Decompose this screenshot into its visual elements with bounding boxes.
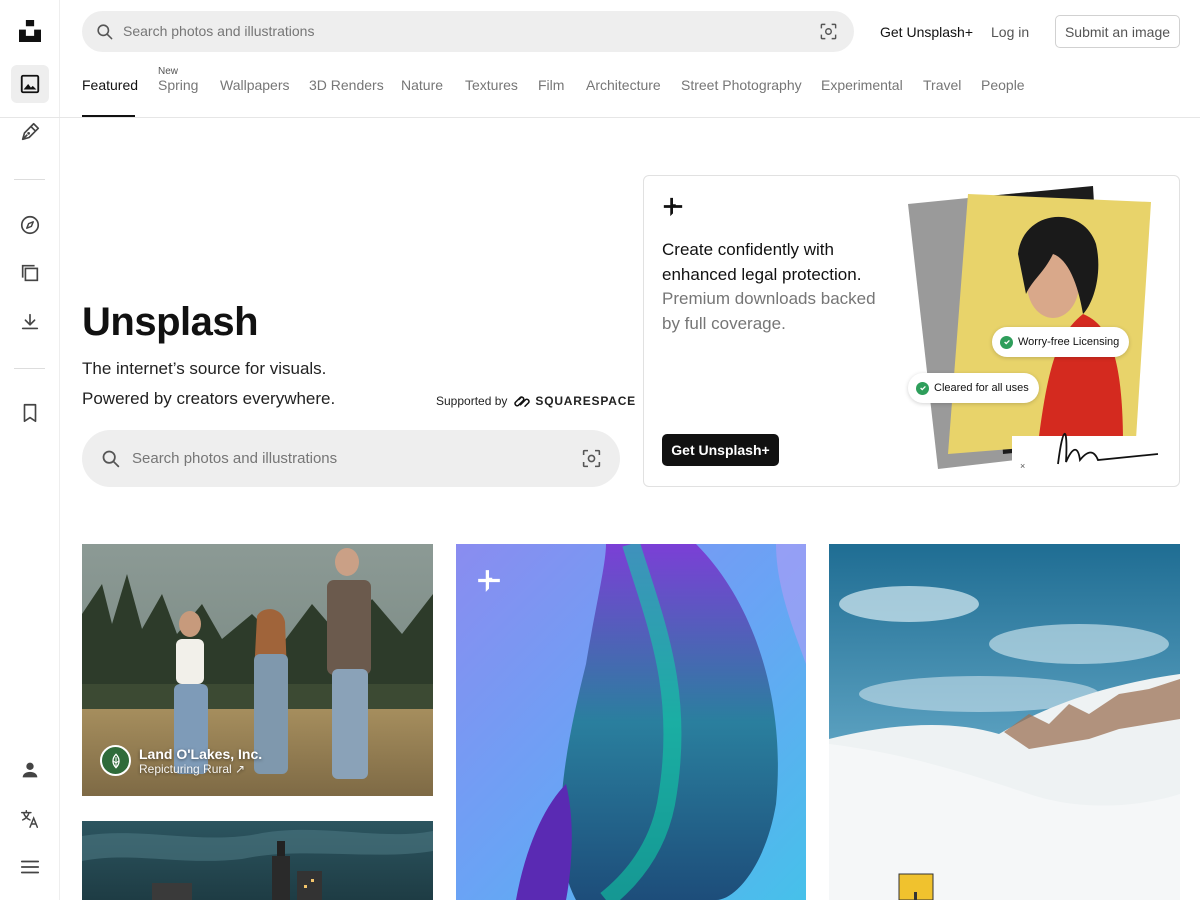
visual-search-icon[interactable]	[819, 22, 838, 46]
sponsor-name: SQUARESPACE	[535, 394, 636, 408]
hero-title: Unsplash	[82, 300, 259, 344]
cleared-for-all-uses-chip: Cleared for all uses	[908, 373, 1039, 403]
sidebar-divider	[14, 179, 45, 180]
hero-search-bar[interactable]: Search photos and illustrations	[82, 430, 620, 487]
supported-by-label: Supported by	[436, 394, 508, 408]
tab-nature[interactable]: Nature	[401, 77, 443, 93]
search-icon[interactable]	[95, 22, 114, 46]
svg-text:×: ×	[1020, 461, 1025, 471]
download-icon[interactable]	[11, 303, 49, 341]
login-link[interactable]: Log in	[991, 24, 1029, 40]
photo-city-skyline	[82, 821, 433, 900]
visual-search-icon[interactable]	[581, 448, 602, 474]
tab-featured[interactable]: Featured	[82, 77, 138, 93]
sidebar-divider	[14, 368, 45, 369]
collections-icon[interactable]	[11, 254, 49, 292]
chip2-label: Cleared for all uses	[934, 382, 1029, 394]
submit-image-button[interactable]: Submit an image	[1055, 15, 1180, 48]
photo-snowy-mountains	[829, 544, 1180, 900]
avatar[interactable]	[100, 745, 131, 776]
tab-architecture[interactable]: Architecture	[586, 77, 661, 93]
chip1-label: Worry-free Licensing	[1018, 336, 1120, 348]
photo-credit[interactable]: Land O'Lakes, Inc. Repicturing Rural ↗	[100, 745, 262, 776]
translate-icon[interactable]	[11, 800, 49, 838]
tab-spring[interactable]: Spring	[158, 77, 198, 93]
menu-icon[interactable]	[11, 848, 49, 886]
unsplash-plus-logo-icon	[662, 196, 684, 223]
pen-icon[interactable]	[11, 113, 49, 151]
photographer-name[interactable]: Land O'Lakes, Inc.	[139, 746, 262, 762]
search-icon[interactable]	[100, 448, 121, 474]
sponsor-credit[interactable]: Supported by SQUARESPACE	[436, 394, 636, 408]
header-search-bar[interactable]: Search photos and illustrations	[82, 11, 854, 52]
tab-travel[interactable]: Travel	[923, 77, 961, 93]
photo-abstract-purple-plant	[456, 544, 806, 900]
check-icon	[916, 381, 929, 395]
compass-icon[interactable]	[11, 206, 49, 244]
active-tab-indicator	[82, 115, 135, 117]
photo-card[interactable]: Land O'Lakes, Inc. Repicturing Rural ↗	[82, 544, 433, 796]
header-search-placeholder[interactable]: Search photos and illustrations	[123, 23, 314, 39]
hero-subtitle-line1: The internet’s source for visuals.	[82, 359, 327, 378]
bookmark-icon[interactable]	[11, 394, 49, 432]
check-icon	[1000, 335, 1013, 349]
unsplash-logo-icon[interactable]	[11, 12, 49, 50]
tab-people[interactable]: People	[981, 77, 1025, 93]
squarespace-logo: SQUARESPACE	[513, 394, 636, 408]
topic-tabs: New Featured Spring Wallpapers 3D Render…	[0, 60, 1200, 118]
hero-search-placeholder[interactable]: Search photos and illustrations	[132, 450, 337, 467]
promo-headline: Create confidently with enhanced legal p…	[662, 240, 862, 284]
unsplash-plus-badge-icon	[476, 568, 502, 594]
promo-illustration: × Worry-free Licensing Cleared for all u…	[908, 184, 1178, 484]
squarespace-icon	[514, 396, 531, 407]
leaf-logo-icon	[111, 752, 120, 769]
get-unsplash-plus-button[interactable]: Get Unsplash+	[662, 434, 779, 466]
worry-free-licensing-chip: Worry-free Licensing	[992, 327, 1130, 357]
user-icon[interactable]	[11, 751, 49, 789]
tab-wallpapers[interactable]: Wallpapers	[220, 77, 290, 93]
tab-textures[interactable]: Textures	[465, 77, 518, 93]
hero-subtitle-line2: Powered by creators everywhere.	[82, 389, 336, 408]
tab-street-photography[interactable]: Street Photography	[681, 77, 802, 93]
unsplash-plus-promo-card: Create confidently with enhanced legal p…	[643, 175, 1180, 487]
photo-card[interactable]	[82, 821, 433, 900]
tab-3d-renders[interactable]: 3D Renders	[309, 77, 384, 93]
promo-subline: Premium downloads backed by full coverag…	[662, 289, 876, 333]
new-badge: New	[158, 66, 179, 77]
left-sidebar	[0, 0, 60, 900]
get-unsplash-plus-link[interactable]: Get Unsplash+	[880, 24, 973, 40]
photo-card[interactable]	[456, 544, 806, 900]
sponsor-campaign[interactable]: Repicturing Rural ↗	[139, 762, 262, 776]
photo-card[interactable]	[829, 544, 1180, 900]
tab-experimental[interactable]: Experimental	[821, 77, 903, 93]
tab-film[interactable]: Film	[538, 77, 564, 93]
